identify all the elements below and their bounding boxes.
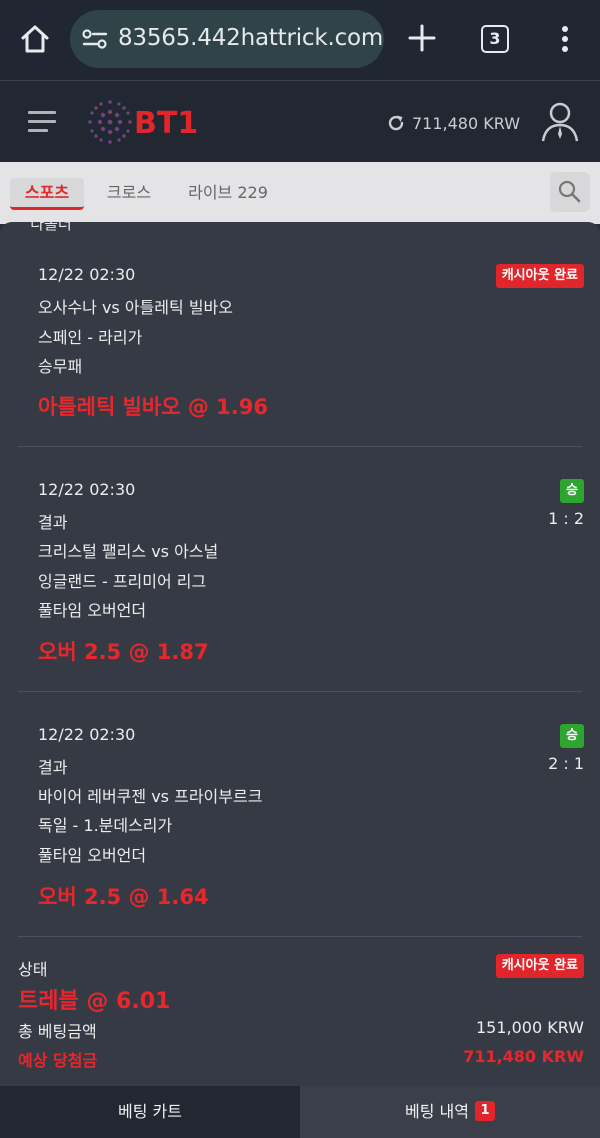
bet-history-button[interactable]: 베팅 내역 1: [300, 1086, 600, 1138]
bet-pick: 오버 2.5 @ 1.64: [38, 885, 209, 909]
bet-market: 풀타임 오버언더: [38, 846, 147, 865]
bet-match: 바이어 레버쿠젠 vs 프라이부르크: [38, 787, 263, 806]
total-stake-label: 총 베팅금액: [18, 1022, 97, 1041]
site-settings-icon[interactable]: [82, 27, 108, 51]
expected-win-label: 예상 당첨금: [18, 1051, 98, 1070]
bet-history-panel: ˅ 다폴더 12/22 02:30 캐시아웃 완료 오사수나 vs 아틀레틱 빌…: [0, 222, 600, 1086]
tab-cross[interactable]: 크로스: [96, 178, 162, 210]
search-button[interactable]: [550, 172, 590, 212]
bet-match: 오사수나 vs 아틀레틱 빌바오: [38, 298, 233, 317]
balance-display[interactable]: 711,480 KRW: [386, 111, 520, 135]
expected-win-amount: 711,480 KRW: [463, 1047, 584, 1066]
bet-datetime: 12/22 02:30: [38, 480, 136, 499]
result-label: 결과: [38, 513, 68, 532]
bet-datetime: 12/22 02:30: [38, 265, 136, 284]
plus-icon[interactable]: [406, 22, 438, 54]
more-menu-icon[interactable]: [554, 24, 576, 54]
url-text: 83565.442hattrick.com: [118, 25, 384, 51]
bet-cart-button[interactable]: 베팅 카트: [0, 1086, 300, 1138]
multi-folder-toggle[interactable]: ˅ 다폴더: [18, 222, 72, 234]
tab-switcher-button[interactable]: 3: [481, 25, 509, 53]
total-stake-amount: 151,000 KRW: [475, 1018, 584, 1037]
svg-text:BT1: BT1: [134, 106, 198, 141]
hamburger-menu-icon[interactable]: [28, 110, 56, 134]
bet-market: 풀타임 오버언더: [38, 601, 147, 620]
divider: [18, 446, 582, 447]
bet-league: 독일 - 1.분데스리가: [38, 816, 173, 835]
search-icon: [558, 180, 581, 203]
tab-live[interactable]: 라이브 229: [176, 178, 280, 210]
match-score: 1 : 2: [548, 509, 584, 528]
home-icon[interactable]: [18, 22, 52, 56]
status-badge: 승: [560, 479, 584, 503]
divider: [18, 936, 582, 937]
refresh-icon[interactable]: [386, 113, 406, 133]
site-header: BT1 711,480 KRW: [0, 80, 600, 162]
divider: [18, 691, 582, 692]
bet-pick: 아틀레틱 빌바오 @ 1.96: [38, 395, 268, 419]
bet-cart-label: 베팅 카트: [118, 1102, 182, 1121]
bet-history-label: 베팅 내역: [405, 1102, 469, 1121]
address-bar[interactable]: 83565.442hattrick.com: [70, 10, 384, 68]
bt1-logo[interactable]: BT1: [84, 96, 206, 148]
sport-category-tabs: 스포츠 크로스 라이브 229: [0, 162, 600, 224]
history-count-badge: 1: [474, 1100, 495, 1121]
bet-match: 크리스털 팰리스 vs 아스널: [38, 542, 219, 561]
combo-odds: 트레블 @ 6.01: [18, 989, 171, 1014]
tab-sports[interactable]: 스포츠: [10, 178, 84, 210]
bet-datetime: 12/22 02:30: [38, 725, 136, 744]
balance-amount: 711,480 KRW: [412, 113, 521, 133]
status-label: 상태: [18, 960, 48, 979]
status-badge: 승: [560, 724, 584, 748]
bet-league: 스페인 - 라리가: [38, 328, 143, 347]
bet-market: 승무패: [38, 357, 83, 376]
bet-pick: 오버 2.5 @ 1.87: [38, 640, 209, 664]
match-score: 2 : 1: [548, 754, 584, 773]
status-badge: 캐시아웃 완료: [495, 264, 584, 288]
result-label: 결과: [38, 758, 68, 777]
user-profile-icon[interactable]: [538, 99, 582, 143]
browser-toolbar: 83565.442hattrick.com 3: [0, 0, 600, 80]
status-badge: 캐시아웃 완료: [495, 954, 584, 978]
bottom-bar: 베팅 카트 베팅 내역 1: [0, 1086, 600, 1138]
bet-league: 잉글랜드 - 프리미어 리그: [38, 572, 207, 591]
